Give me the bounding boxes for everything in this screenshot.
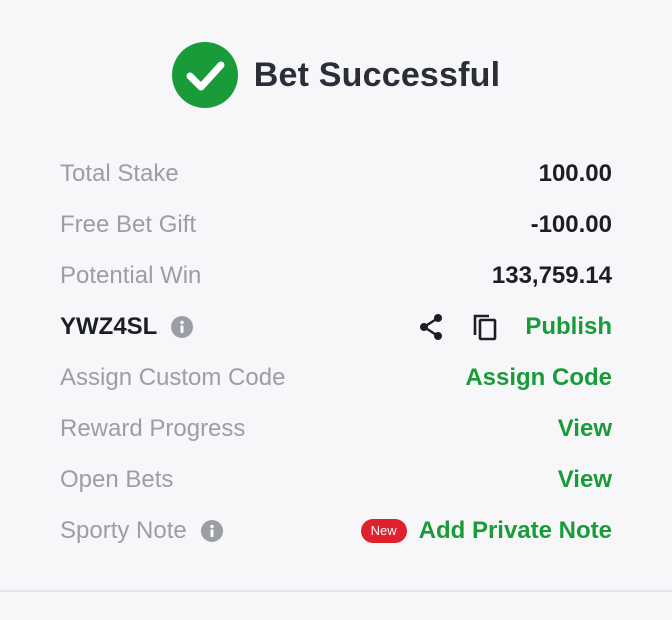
potential-win-label: Potential Win xyxy=(60,261,202,289)
bet-details: Total Stake 100.00 Free Bet Gift -100.00… xyxy=(60,148,612,556)
share-icon[interactable] xyxy=(415,311,447,343)
free-bet-gift-row: Free Bet Gift -100.00 xyxy=(60,199,612,250)
publish-button[interactable]: Publish xyxy=(525,313,612,341)
reward-progress-row: Reward Progress View xyxy=(60,403,612,454)
potential-win-row: Potential Win 133,759.14 xyxy=(60,250,612,301)
info-icon[interactable] xyxy=(200,519,223,542)
sporty-note-row: Sporty Note New Add Private Note xyxy=(60,505,612,556)
total-stake-row: Total Stake 100.00 xyxy=(60,148,612,199)
custom-code-label: Assign Custom Code xyxy=(60,363,286,391)
booking-code-row: YWZ4SL Publish xyxy=(60,301,612,352)
open-bets-label: Open Bets xyxy=(60,465,174,493)
page-title: Bet Successful xyxy=(253,55,501,94)
bet-success-panel: Bet Successful Total Stake 100.00 Free B… xyxy=(0,0,672,620)
check-circle-icon xyxy=(171,42,238,108)
add-private-note-button[interactable]: Add Private Note xyxy=(419,517,612,545)
booking-actions: Publish xyxy=(415,311,612,343)
open-bets-view-button[interactable]: View xyxy=(558,466,612,494)
total-stake-value: 100.00 xyxy=(538,159,612,187)
custom-code-row: Assign Custom Code Assign Code xyxy=(60,352,612,403)
new-badge: New xyxy=(360,518,407,543)
sporty-note-label: Sporty Note xyxy=(60,516,187,544)
divider xyxy=(0,590,672,592)
assign-code-button[interactable]: Assign Code xyxy=(465,364,612,392)
potential-win-value: 133,759.14 xyxy=(491,261,612,289)
reward-progress-view-button[interactable]: View xyxy=(558,415,612,443)
header: Bet Successful xyxy=(0,42,672,108)
open-bets-row: Open Bets View xyxy=(60,454,612,505)
free-bet-gift-label: Free Bet Gift xyxy=(60,210,197,238)
reward-progress-label: Reward Progress xyxy=(60,414,246,442)
sporty-note-actions: New Add Private Note xyxy=(360,517,612,545)
copy-icon[interactable] xyxy=(469,311,501,343)
free-bet-gift-value: -100.00 xyxy=(530,210,612,238)
info-icon[interactable] xyxy=(171,315,194,338)
booking-code: YWZ4SL xyxy=(60,312,158,340)
sporty-note-label-container: Sporty Note xyxy=(60,517,223,545)
booking-code-container: YWZ4SL xyxy=(60,312,194,341)
total-stake-label: Total Stake xyxy=(60,159,179,187)
